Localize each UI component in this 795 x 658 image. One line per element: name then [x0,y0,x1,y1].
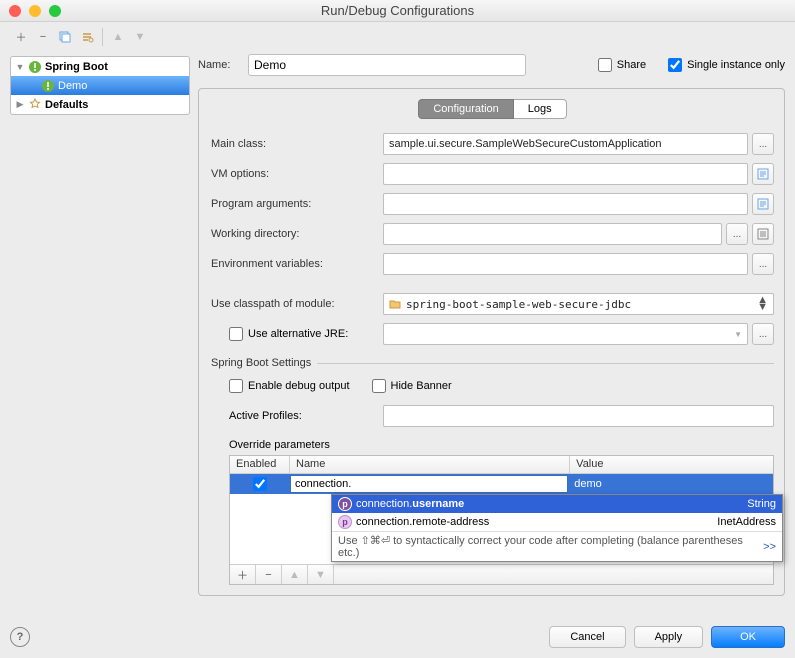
single-instance-checkbox[interactable]: Single instance only [668,58,785,72]
config-name-input[interactable] [248,54,526,76]
add-row-button[interactable]: ＋ [230,565,256,584]
config-tree[interactable]: ▼ Spring Boot Demo ▶ Defaults [10,56,190,115]
table-row[interactable]: demo [230,474,773,494]
override-params-table: Enabled Name Value demo p connecti [229,455,774,585]
move-row-up-button[interactable]: ▲ [282,565,308,584]
completion-item[interactable]: p connection.username String [332,495,782,513]
module-icon [389,298,401,310]
env-vars-input[interactable] [383,253,748,275]
spring-boot-icon [41,79,55,93]
apply-button[interactable]: Apply [634,626,704,648]
more-link[interactable]: >> [763,541,776,553]
alt-jre-select[interactable]: ▼ [383,323,748,345]
col-value[interactable]: Value [570,456,773,473]
alt-jre-checkbox[interactable]: Use alternative JRE: [229,327,383,341]
tree-node-spring-boot[interactable]: ▼ Spring Boot [11,57,189,76]
classpath-module-select[interactable]: spring-boot-sample-web-secure-jdbc ▲▼ [383,293,774,315]
vm-options-label: VM options: [211,168,383,180]
env-vars-label: Environment variables: [211,258,383,270]
insert-macro-button[interactable] [752,223,774,245]
hide-banner-checkbox[interactable]: Hide Banner [372,379,452,393]
close-window-button[interactable] [9,5,21,17]
name-label: Name: [198,59,240,71]
active-profiles-input[interactable] [383,405,774,427]
expand-arrow-icon[interactable]: ▶ [15,99,25,110]
move-up-icon[interactable]: ▲ [107,26,129,48]
browse-wd-button[interactable]: ... [726,223,748,245]
property-icon: p [338,515,352,529]
vm-options-input[interactable] [383,163,748,185]
tree-node-defaults[interactable]: ▶ Defaults [11,95,189,114]
help-button[interactable]: ? [10,627,30,647]
spring-boot-settings-label: Spring Boot Settings [211,357,311,369]
row-enabled-checkbox[interactable] [253,477,267,491]
main-class-label: Main class: [211,138,383,150]
enable-debug-checkbox[interactable]: Enable debug output [229,379,350,393]
tree-label: Spring Boot [45,61,108,73]
config-form: Configuration Logs Main class: sample.ui… [198,88,785,596]
move-row-down-button[interactable]: ▼ [308,565,334,584]
minimize-window-button[interactable] [29,5,41,17]
remove-row-button[interactable]: − [256,565,282,584]
settings-icon[interactable] [76,26,98,48]
share-checkbox[interactable]: Share [598,58,646,72]
expand-vm-button[interactable] [752,163,774,185]
property-icon: p [338,497,352,511]
browse-env-button[interactable]: ... [752,253,774,275]
col-enabled[interactable]: Enabled [230,456,290,473]
program-args-input[interactable] [383,193,748,215]
tab-logs[interactable]: Logs [514,99,567,119]
browse-jre-button[interactable]: ... [752,323,774,345]
expand-arrow-icon[interactable]: ▼ [15,62,25,72]
left-toolbar: ＋ − ▲ ▼ [0,22,196,52]
cancel-button[interactable]: Cancel [549,626,625,648]
completion-popup: p connection.username String p connectio… [331,494,783,562]
main-class-input[interactable]: sample.ui.secure.SampleWebSecureCustomAp… [383,133,748,155]
move-down-icon[interactable]: ▼ [129,26,151,48]
working-dir-label: Working directory: [211,228,383,240]
active-profiles-label: Active Profiles: [229,410,383,422]
ok-button[interactable]: OK [711,626,785,648]
updown-icon: ▲▼ [757,297,768,311]
copy-config-icon[interactable] [54,26,76,48]
completion-hint: Use ⇧⌘⏎ to syntactically correct your co… [332,531,782,561]
remove-config-icon[interactable]: − [32,26,54,48]
program-args-label: Program arguments: [211,198,383,210]
classpath-label: Use classpath of module: [211,298,383,310]
tree-label: Defaults [45,99,88,111]
completion-item[interactable]: p connection.remote-address InetAddress [332,513,782,531]
browse-main-class-button[interactable]: ... [752,133,774,155]
chevron-down-icon: ▼ [734,330,742,339]
expand-args-button[interactable] [752,193,774,215]
working-dir-input[interactable] [383,223,722,245]
tab-configuration[interactable]: Configuration [418,99,513,119]
override-params-label: Override parameters [229,439,774,451]
tree-label: Demo [58,80,87,92]
titlebar: Run/Debug Configurations [0,0,795,22]
spring-boot-icon [28,60,42,74]
zoom-window-button[interactable] [49,5,61,17]
add-config-icon[interactable]: ＋ [10,26,32,48]
window-title: Run/Debug Configurations [0,3,795,18]
row-value: demo [574,478,602,490]
defaults-icon [28,98,42,112]
col-name[interactable]: Name [290,456,570,473]
row-name-input[interactable] [290,475,568,493]
tree-node-demo[interactable]: Demo [11,76,189,95]
